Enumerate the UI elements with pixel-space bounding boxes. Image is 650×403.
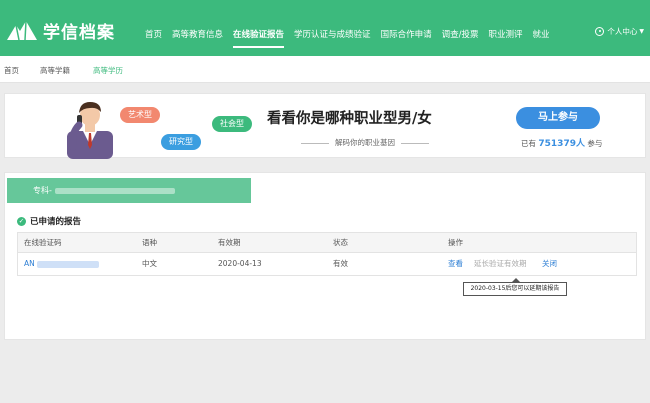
nav-employment[interactable]: 就业	[527, 0, 554, 56]
nav-survey-vote[interactable]: 调查/投票	[437, 0, 484, 56]
tag-artistic: 艺术型	[120, 107, 160, 123]
extend-tooltip: 2020-03-15后您可以延期该报告	[463, 278, 567, 296]
redacted-degree-name	[54, 187, 175, 194]
count-prefix: 已有	[521, 139, 536, 148]
user-center-label: 个人中心	[607, 27, 638, 36]
main-nav: 首页 高等教育信息 在线验证报告 学历认证与成绩验证 国际合作申请 调查/投票 …	[140, 0, 554, 56]
banner-subtitle: 解码你的职业基因	[275, 137, 455, 148]
breadcrumb-higher-degree[interactable]: 高等学历	[93, 65, 123, 76]
user-center-menu[interactable]: 个人中心 ▼	[595, 26, 644, 37]
tag-social: 社会型	[212, 116, 252, 132]
applied-reports-title: 已申请的报告	[30, 217, 82, 227]
join-now-button[interactable]: 马上参与	[516, 107, 600, 129]
businessman-illustration	[67, 102, 113, 159]
tag-investigative: 研究型	[161, 134, 201, 150]
column-header-language: 语种	[142, 238, 157, 247]
column-header-expiry: 有效期	[218, 238, 241, 247]
applied-reports-heading: ✓ 已申请的报告	[17, 215, 81, 227]
report-language: 中文	[142, 259, 157, 268]
reports-table: 在线验证码 语种 有效期 状态 操作 AN 中文 2020-04-13 有效 查…	[17, 232, 637, 276]
participant-count: 已有 751379人 参与	[521, 136, 602, 149]
redacted-code	[36, 260, 99, 268]
check-circle-icon: ✓	[17, 216, 26, 226]
logo-mountain-icon	[7, 20, 37, 41]
verification-code: AN	[24, 253, 99, 275]
verification-code-text: AN	[24, 259, 35, 268]
count-suffix: 参与	[587, 139, 603, 148]
count-number: 751379人	[538, 139, 585, 149]
nav-home[interactable]: 首页	[140, 0, 167, 56]
logo-text: 学信档案	[43, 22, 115, 43]
report-status: 有效	[333, 259, 348, 268]
chevron-down-icon: ▼	[639, 28, 644, 35]
view-report-link[interactable]: 查看	[448, 253, 463, 275]
nav-career-assessment[interactable]: 职业测评	[483, 0, 527, 56]
career-test-banner[interactable]: 艺术型 社会型 研究型 看看你是哪种职业型男/女 解码你的职业基因 马上参与 已…	[4, 93, 646, 159]
page-background	[0, 340, 650, 403]
close-report-link[interactable]: 关闭	[542, 253, 557, 275]
nav-online-verification-report[interactable]: 在线验证报告	[228, 0, 289, 56]
top-nav-bar: 学信档案 首页 高等教育信息 在线验证报告 学历认证与成绩验证 国际合作申请 调…	[0, 0, 650, 56]
column-header-status: 状态	[333, 238, 348, 247]
user-icon	[595, 27, 605, 36]
logo[interactable]: 学信档案	[6, 17, 115, 43]
nav-degree-certification[interactable]: 学历认证与成绩验证	[289, 0, 376, 56]
degree-card: 专科- ✓ 已申请的报告 在线验证码 语种 有效期 状态 操作 AN 中文 20…	[4, 172, 646, 340]
extend-validity-link[interactable]: 延长验证有效期	[474, 253, 527, 275]
column-header-actions: 操作	[448, 238, 463, 247]
breadcrumb-home[interactable]: 首页	[4, 65, 19, 76]
breadcrumb-higher-enrollment[interactable]: 高等学籍	[40, 65, 70, 76]
breadcrumb: 首页 高等学籍 高等学历	[0, 56, 650, 83]
report-expiry: 2020-04-13	[218, 259, 262, 268]
nav-higher-education-info[interactable]: 高等教育信息	[167, 0, 228, 56]
degree-tab[interactable]: 专科-	[7, 178, 251, 203]
column-header-code: 在线验证码	[24, 238, 62, 247]
table-header: 在线验证码 语种 有效期 状态 操作	[18, 233, 636, 253]
degree-tab-label: 专科-	[33, 186, 52, 195]
nav-international-cooperation[interactable]: 国际合作申请	[376, 0, 437, 56]
banner-title: 看看你是哪种职业型男/女	[267, 110, 432, 127]
table-row: AN 中文 2020-04-13 有效 查看 延长验证有效期 关闭	[18, 253, 636, 275]
